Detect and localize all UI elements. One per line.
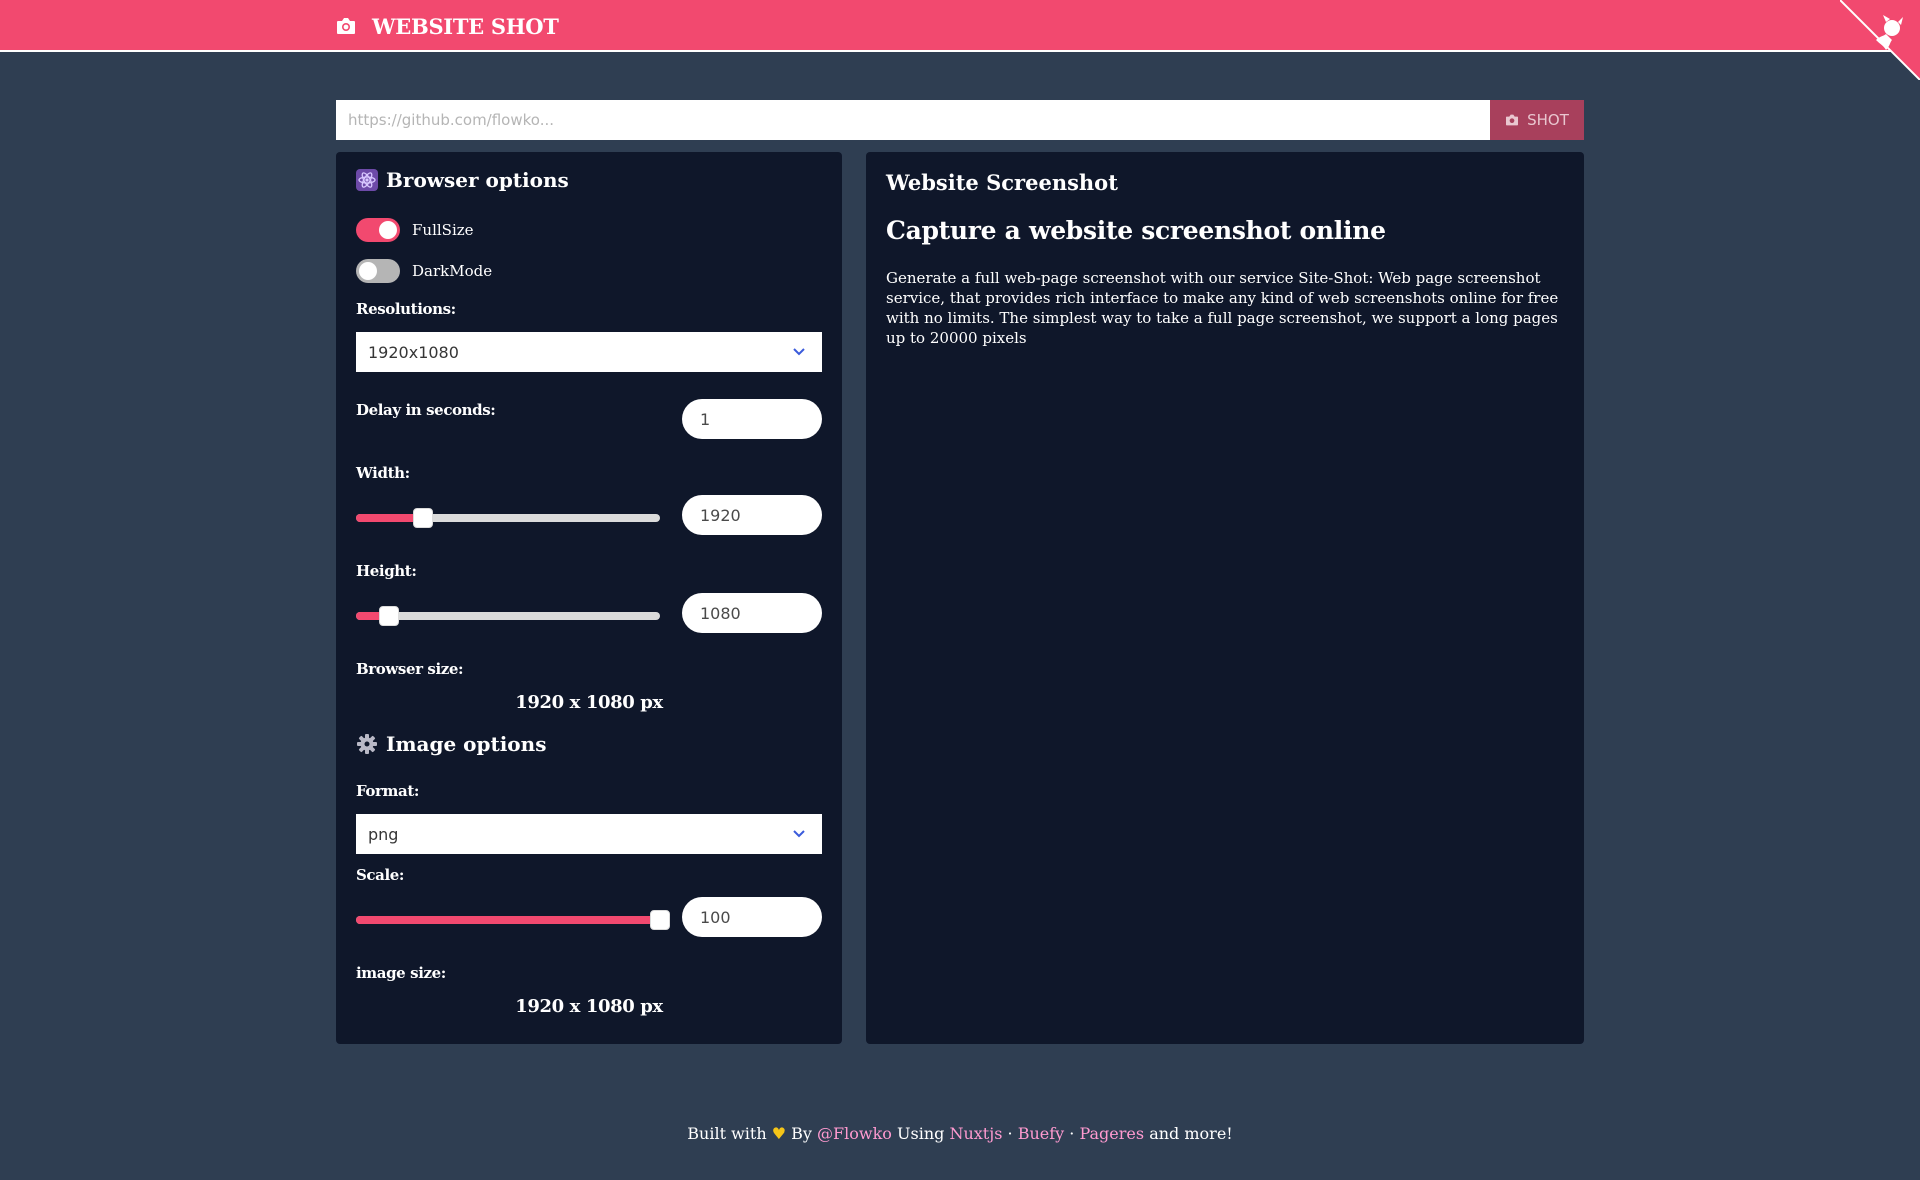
height-label: Height: bbox=[356, 562, 417, 580]
browser-size-label: Browser size: bbox=[356, 660, 464, 678]
delay-input[interactable]: 1 bbox=[682, 399, 822, 439]
format-select-value: png bbox=[368, 824, 399, 844]
height-input[interactable]: 1080 bbox=[682, 593, 822, 633]
footer-by: By bbox=[791, 1124, 812, 1143]
info-title: Website Screenshot bbox=[886, 170, 1118, 195]
url-bar: SHOT bbox=[336, 100, 1584, 140]
image-options-heading: Image options bbox=[356, 732, 546, 756]
resolution-select[interactable]: 1920x1080 bbox=[356, 332, 822, 372]
footer-using: Using bbox=[897, 1124, 945, 1143]
scale-slider-fill bbox=[356, 916, 660, 924]
options-panel: Browser options FullSize DarkMode Resolu… bbox=[336, 152, 842, 1044]
footer: Built with ♥ By @Flowko Using Nuxtjs · B… bbox=[0, 1124, 1920, 1143]
browser-options-heading: Browser options bbox=[356, 168, 569, 192]
image-options-title: Image options bbox=[386, 732, 547, 756]
info-panel: Website Screenshot Capture a website scr… bbox=[866, 152, 1584, 1044]
delay-label: Delay in seconds: bbox=[356, 401, 496, 419]
info-subtitle: Capture a website screenshot online bbox=[886, 216, 1386, 245]
footer-separator: · bbox=[1007, 1124, 1013, 1143]
footer-pageres-link[interactable]: Pageres bbox=[1079, 1124, 1144, 1143]
height-slider[interactable] bbox=[356, 606, 660, 626]
scale-input[interactable]: 100 bbox=[682, 897, 822, 937]
shot-button-label: SHOT bbox=[1527, 111, 1569, 129]
navbar: WEBSITE SHOT bbox=[0, 0, 1920, 52]
footer-more: and more! bbox=[1149, 1124, 1233, 1143]
github-corner-link[interactable] bbox=[1839, 0, 1920, 81]
darkmode-toggle[interactable] bbox=[356, 259, 400, 283]
react-icon bbox=[356, 169, 378, 191]
url-input[interactable] bbox=[336, 100, 1490, 140]
format-label: Format: bbox=[356, 782, 419, 800]
resolutions-label: Resolutions: bbox=[356, 300, 456, 318]
image-size-label: image size: bbox=[356, 964, 446, 982]
info-paragraph: Generate a full web-page screenshot with… bbox=[886, 269, 1559, 347]
footer-built-with: Built with bbox=[687, 1124, 767, 1143]
width-input[interactable]: 1920 bbox=[682, 495, 822, 535]
github-icon bbox=[1839, 0, 1920, 81]
chevron-down-icon bbox=[793, 348, 805, 356]
browser-size-value: 1920 x 1080 px bbox=[515, 692, 663, 713]
width-slider[interactable] bbox=[356, 508, 660, 528]
app-title: WEBSITE SHOT bbox=[372, 13, 559, 39]
fullsize-switch-row: FullSize bbox=[356, 218, 474, 242]
darkmode-label: DarkMode bbox=[412, 262, 493, 280]
brand-link[interactable]: WEBSITE SHOT bbox=[336, 0, 559, 52]
footer-separator: · bbox=[1069, 1124, 1075, 1143]
heart-icon: ♥ bbox=[771, 1124, 787, 1143]
format-select[interactable]: png bbox=[356, 814, 822, 854]
fullsize-label: FullSize bbox=[412, 221, 474, 239]
fullsize-toggle[interactable] bbox=[356, 218, 400, 242]
shot-button[interactable]: SHOT bbox=[1490, 100, 1584, 140]
width-slider-thumb[interactable] bbox=[413, 508, 433, 528]
darkmode-switch-row: DarkMode bbox=[356, 259, 492, 283]
scale-label: Scale: bbox=[356, 866, 405, 884]
footer-author-link[interactable]: @Flowko bbox=[817, 1124, 892, 1143]
width-label: Width: bbox=[356, 464, 410, 482]
camera-icon bbox=[336, 17, 356, 35]
resolution-select-value: 1920x1080 bbox=[368, 342, 459, 362]
gear-icon bbox=[357, 734, 377, 754]
image-size-value: 1920 x 1080 px bbox=[515, 996, 663, 1017]
footer-buefy-link[interactable]: Buefy bbox=[1018, 1124, 1065, 1143]
scale-slider-thumb[interactable] bbox=[650, 910, 670, 930]
browser-options-title: Browser options bbox=[386, 168, 569, 192]
footer-nuxtjs-link[interactable]: Nuxtjs bbox=[949, 1124, 1002, 1143]
chevron-down-icon bbox=[793, 830, 805, 838]
camera-icon bbox=[1506, 114, 1519, 126]
scale-slider[interactable] bbox=[356, 910, 670, 930]
height-slider-thumb[interactable] bbox=[379, 606, 399, 626]
